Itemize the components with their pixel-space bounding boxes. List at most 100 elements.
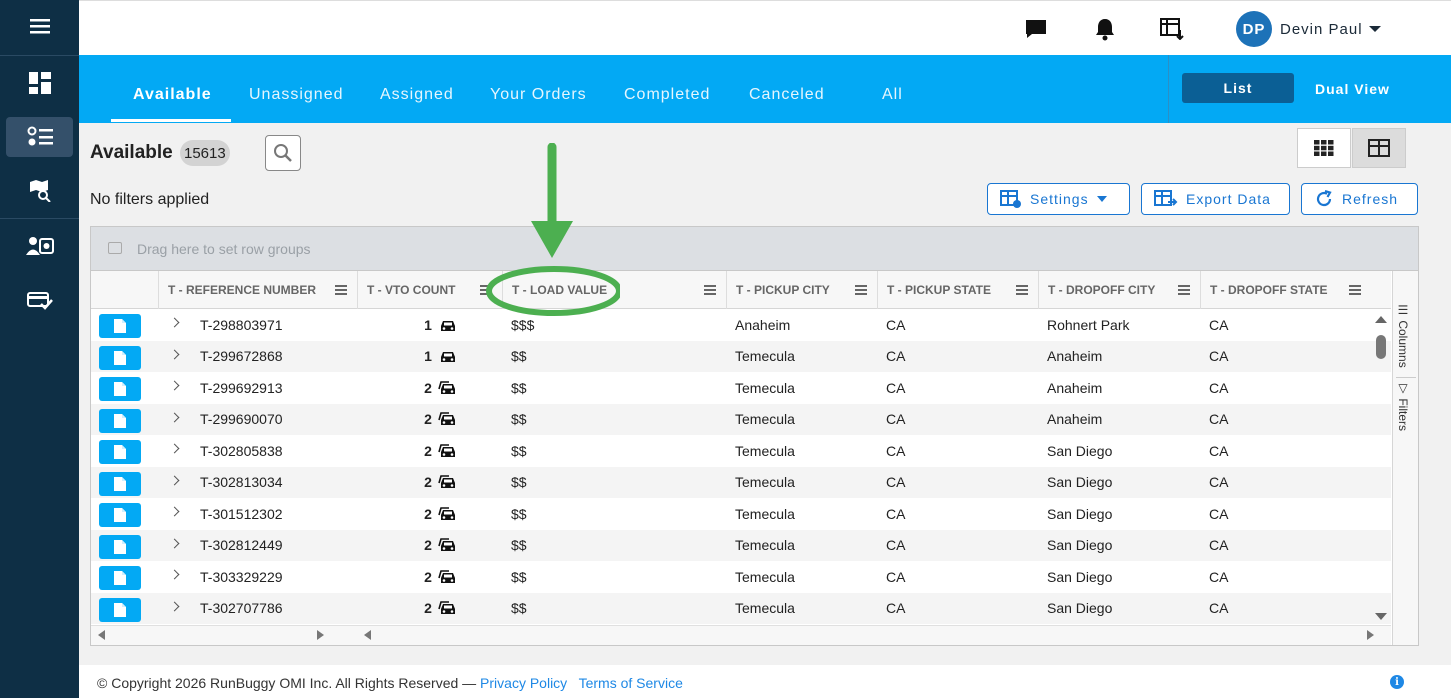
dropoff-state-cell: CA xyxy=(1209,474,1229,491)
avatar[interactable]: DP xyxy=(1236,11,1272,47)
grid-view-toggle[interactable] xyxy=(1297,128,1351,168)
column-menu-icon[interactable] xyxy=(335,285,347,295)
dropoff-city-cell: San Diego xyxy=(1047,537,1113,554)
document-button[interactable] xyxy=(99,440,141,464)
dropoff-state-cell: CA xyxy=(1209,600,1229,617)
settings-button[interactable]: Settings xyxy=(987,183,1130,215)
tab-completed[interactable]: Completed xyxy=(624,86,710,104)
pickup-city-cell: Temecula xyxy=(735,379,795,396)
info-icon[interactable]: i xyxy=(1390,675,1404,689)
document-button[interactable] xyxy=(99,345,141,370)
table-row[interactable]: T-299690070 2 $$ Temecula CA Anaheim CA xyxy=(91,403,1391,436)
document-button[interactable] xyxy=(99,566,141,590)
multi-car-icon xyxy=(438,538,455,552)
horizontal-scrollbar[interactable] xyxy=(91,625,1391,645)
vto-count-cell: 2 xyxy=(357,404,502,436)
payment-check-icon[interactable] xyxy=(6,280,73,320)
table-row[interactable]: T-302805838 2 $$ Temecula CA San Diego CA xyxy=(91,435,1391,467)
footer-text: © Copyright 2026 RunBuggy OMI Inc. All R… xyxy=(97,675,683,691)
columns-panel-tab[interactable]: ☰ Columns xyxy=(1396,303,1410,368)
vto-count-value: 2 xyxy=(424,474,432,491)
terms-of-service-link[interactable]: Terms of Service xyxy=(579,675,683,691)
footer: © Copyright 2026 RunBuggy OMI Inc. All R… xyxy=(79,665,1451,698)
dropoff-city-cell: San Diego xyxy=(1047,505,1113,522)
load-value-cell: $$ xyxy=(511,537,527,554)
document-button[interactable] xyxy=(99,471,141,496)
multi-car-icon xyxy=(438,380,455,394)
dashboard-icon[interactable] xyxy=(6,63,73,103)
table-icon xyxy=(1368,139,1390,157)
column-menu-icon[interactable] xyxy=(855,285,867,295)
row-group-hint: Drag here to set row groups xyxy=(137,240,311,257)
tab-unassigned[interactable]: Unassigned xyxy=(249,86,344,104)
header-reference-number[interactable]: T - REFERENCE NUMBER xyxy=(158,271,357,309)
header-pickup-city[interactable]: T - PICKUP CITY xyxy=(726,271,877,309)
tab-available[interactable]: Available xyxy=(133,86,212,104)
notification-bell-icon[interactable] xyxy=(1091,15,1119,43)
search-button[interactable] xyxy=(265,135,301,171)
dropoff-state-cell: CA xyxy=(1209,411,1229,428)
document-button[interactable] xyxy=(99,314,141,338)
table-row[interactable]: T-301512302 2 $$ Temecula CA San Diego CA xyxy=(91,498,1391,530)
reference-number-cell: T-302812449 xyxy=(200,537,283,554)
driver-id-icon[interactable] xyxy=(6,226,73,266)
header-dropoff-state[interactable]: T - DROPOFF STATE xyxy=(1200,271,1371,309)
dual-view-button[interactable]: Dual View xyxy=(1315,81,1390,97)
orders-list-icon[interactable] xyxy=(6,117,73,157)
document-icon xyxy=(114,602,126,617)
vto-count-value: 2 xyxy=(424,537,432,554)
document-button[interactable] xyxy=(99,534,141,559)
column-menu-icon[interactable] xyxy=(1349,285,1361,295)
column-menu-icon[interactable] xyxy=(1178,285,1190,295)
copyright: © Copyright 2026 RunBuggy OMI Inc. All R… xyxy=(97,675,477,691)
table-row[interactable]: T-299692913 2 $$ Temecula CA Anaheim CA xyxy=(91,372,1391,404)
filter-icon: ▽ xyxy=(1396,381,1410,399)
dropoff-state-cell: CA xyxy=(1209,379,1229,396)
table-row[interactable]: T-302812449 2 $$ Temecula CA San Diego CA xyxy=(91,529,1391,561)
tab-all[interactable]: All xyxy=(882,86,903,104)
document-icon xyxy=(114,319,126,333)
document-button[interactable] xyxy=(99,597,141,622)
export-data-button[interactable]: Export Data xyxy=(1141,183,1290,215)
privacy-policy-link[interactable]: Privacy Policy xyxy=(480,675,567,691)
table-row[interactable]: T-298803971 1 $$$ Anaheim CA Rohnert Park CA xyxy=(91,309,1391,341)
vto-count-cell: 2 xyxy=(357,435,502,467)
table-row[interactable]: T-303329229 2 $$ Temecula CA San Diego CA xyxy=(91,561,1391,593)
refresh-button[interactable]: Refresh xyxy=(1301,183,1418,215)
orders-grid: Drag here to set row groups T - REFERENC… xyxy=(90,226,1419,646)
column-menu-icon[interactable] xyxy=(704,285,716,295)
vto-count-cell: 2 xyxy=(357,561,502,593)
tab-assigned[interactable]: Assigned xyxy=(380,86,454,104)
load-value-cell: $$ xyxy=(511,568,527,585)
document-button[interactable] xyxy=(99,503,141,527)
document-button[interactable] xyxy=(99,408,141,433)
tab-your-orders[interactable]: Your Orders xyxy=(490,86,587,104)
header-pickup-state[interactable]: T - PICKUP STATE xyxy=(877,271,1038,309)
table-download-icon[interactable] xyxy=(1158,15,1186,43)
reference-number-cell: T-301512302 xyxy=(200,505,283,522)
table-view-toggle[interactable] xyxy=(1352,128,1406,168)
filters-panel-tab[interactable]: ▽ Filters xyxy=(1396,381,1410,431)
header-dropoff-city[interactable]: T - DROPOFF CITY xyxy=(1038,271,1200,309)
column-menu-icon[interactable] xyxy=(1016,285,1028,295)
table-row[interactable]: T-302813034 2 $$ Temecula CA San Diego CA xyxy=(91,466,1391,498)
document-button[interactable] xyxy=(99,377,141,401)
view-mode-divider xyxy=(1168,55,1169,123)
export-table-icon xyxy=(1154,190,1178,206)
user-menu-caret-icon[interactable] xyxy=(1369,26,1381,32)
vto-count-value: 1 xyxy=(424,316,432,333)
map-search-icon[interactable] xyxy=(6,170,73,210)
table-row[interactable]: T-299672868 1 $$ Temecula CA Anaheim CA xyxy=(91,340,1391,372)
vto-count-cell: 2 xyxy=(357,372,502,404)
vertical-scrollbar[interactable] xyxy=(1371,309,1391,625)
pickup-city-cell: Temecula xyxy=(735,348,795,365)
reference-number-cell: T-302707786 xyxy=(200,600,283,617)
document-icon xyxy=(114,445,126,459)
chat-icon[interactable] xyxy=(1022,15,1050,43)
row-group-drop-zone[interactable]: Drag here to set row groups xyxy=(91,227,1418,271)
user-name[interactable]: Devin Paul xyxy=(1280,21,1363,38)
list-view-button[interactable]: List xyxy=(1182,73,1294,103)
hamburger-menu-icon[interactable] xyxy=(6,6,73,46)
tab-canceled[interactable]: Canceled xyxy=(749,86,825,104)
table-row[interactable]: T-302707786 2 $$ Temecula CA San Diego CA xyxy=(91,592,1391,624)
